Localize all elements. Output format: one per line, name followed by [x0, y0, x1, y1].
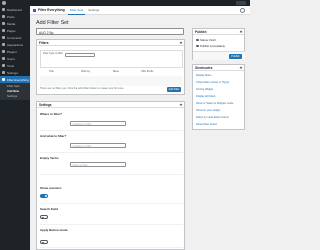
publish-panel-header[interactable]: Publish [193, 29, 244, 35]
setting-apply-button-mode: Apply Button mode [40, 228, 183, 248]
settings-panel: Settings Where to filter? Available on P… [36, 101, 185, 250]
filter-icon [2, 78, 5, 81]
status-icon [196, 38, 199, 42]
dashboard-icon [2, 8, 5, 11]
help-icon[interactable] [240, 8, 245, 13]
admin-sidebar: Dashboard Posts Media Pages Comments App… [0, 6, 30, 250]
setting-search-field: Search Field [40, 207, 183, 225]
sidebar-item-appearance[interactable]: Appearance [0, 41, 30, 48]
plugin-logo-icon [33, 8, 36, 12]
filters-panel: Filters Post Type to filter Title Filter… [36, 39, 185, 95]
chevron-up-icon[interactable] [239, 66, 243, 70]
publish-button[interactable]: Publish [229, 53, 242, 59]
column-filter-by: Filter by [81, 70, 91, 73]
shortcodes-panel-header[interactable]: Shortcodes [193, 65, 244, 71]
setting-where-to-filter: Where to filter? Available on PRO [40, 112, 183, 131]
pages-icon [2, 29, 5, 32]
search-field-toggle[interactable] [40, 215, 48, 220]
apply-button-mode-toggle[interactable] [40, 240, 48, 245]
shortcode-item[interactable]: Show or Select in Widgets mode [196, 102, 233, 105]
publish-panel: Publish Status: Draft Publish immediatel… [192, 28, 245, 60]
what-to-filter-select[interactable]: Available on PRO [70, 143, 126, 148]
setting-label: Show counters [40, 186, 62, 190]
tab-filter-sets[interactable]: Filter Sets [67, 6, 86, 15]
setting-label: And what to filter? [40, 134, 67, 138]
sidebar-item-dashboard[interactable]: Dashboard [0, 6, 30, 13]
shortcodes-heading: Shortcodes [195, 66, 213, 71]
sidebar-item-tools[interactable]: Tools [0, 62, 30, 69]
sidebar-item-users[interactable]: Users [0, 55, 30, 62]
users-icon [2, 57, 5, 60]
where-to-filter-select[interactable]: Available on PRO [70, 121, 126, 126]
chevron-up-icon[interactable] [179, 41, 183, 45]
post-type-label: Post Type to filter [43, 52, 63, 55]
shortcodes-panel: Shortcodes Display filters Chips Filters… [192, 64, 245, 130]
plugins-icon [2, 50, 5, 53]
settings-panel-header[interactable]: Settings [37, 102, 184, 108]
appearance-icon [2, 43, 5, 46]
media-icon [2, 22, 5, 25]
settings-icon [2, 71, 5, 74]
settings-heading: Settings [39, 103, 52, 108]
filter-everything-submenu: Filter Sets Add New Settings [0, 83, 30, 100]
sidebar-item-posts[interactable]: Posts [0, 13, 30, 20]
publish-footer: Publish [193, 51, 245, 60]
column-title: Title [49, 70, 54, 73]
post-type-row: Post Type to filter [40, 50, 183, 68]
shortcode-item[interactable]: Filters by meta fields custom [196, 116, 229, 119]
column-meta: Meta [113, 70, 119, 73]
tools-icon [2, 64, 5, 67]
visibility-line: Publish immediately [196, 44, 225, 48]
sidebar-item-media[interactable]: Media [0, 20, 30, 27]
setting-what-to-filter: And what to filter? Available on PRO [40, 134, 183, 153]
calendar-icon [196, 44, 199, 48]
post-type-select[interactable] [65, 53, 95, 57]
chevron-up-icon[interactable] [179, 103, 183, 107]
filters-empty-area [40, 76, 183, 86]
sidebar-item-settings[interactable]: Settings [0, 69, 30, 76]
filters-panel-header[interactable]: Filters [37, 40, 184, 46]
shortcode-item[interactable]: Display filters [196, 74, 211, 77]
page-title: Add Filter Set [36, 20, 69, 26]
shortcode-item[interactable]: Show for your widget [196, 109, 220, 112]
plugin-name: Filter Everything [38, 8, 65, 12]
sidebar-item-comments[interactable]: Comments [0, 34, 30, 41]
shortcode-item[interactable]: Sorting Widget [196, 88, 213, 91]
empty-terms-select[interactable]: Show no Filter [70, 162, 126, 167]
column-url-prefix: URL Prefix [141, 70, 154, 73]
setting-label: Where to filter? [40, 112, 63, 116]
sidebar-item-pages[interactable]: Pages [0, 27, 30, 34]
status-line: Status: Draft [196, 38, 216, 42]
submenu-settings[interactable]: Settings [0, 94, 30, 99]
sidebar-item-plugins[interactable]: Plugins [0, 48, 30, 55]
shortcode-item[interactable]: Reset Filter button [196, 123, 217, 126]
plugin-header: Filter Everything Filter Sets Settings [30, 6, 250, 15]
account-menu[interactable] [236, 1, 246, 5]
status-text: Status: Draft [200, 38, 216, 42]
posts-icon [2, 15, 5, 18]
setting-empty-terms: Empty Terms Show no Filter [40, 156, 183, 175]
setting-label: Apply Button mode [40, 228, 68, 232]
setting-label: Search Field [40, 207, 58, 211]
filters-heading: Filters [39, 41, 49, 46]
publish-heading: Publish [195, 30, 207, 35]
setting-label: Empty Terms [40, 156, 59, 160]
filter-set-title-input[interactable]: AUG 2 Bp [36, 28, 184, 35]
chevron-up-icon[interactable] [239, 30, 243, 34]
tab-settings[interactable]: Settings [86, 6, 101, 14]
sidebar-item-filter-everything[interactable]: Filter Everything [0, 76, 30, 83]
wordpress-logo-icon[interactable] [2, 1, 6, 5]
setting-show-counters: Show counters [40, 186, 183, 204]
comments-icon [2, 36, 5, 39]
filters-empty-note: There are no filters yet. Click the Add … [40, 87, 125, 90]
show-counters-toggle[interactable] [40, 194, 48, 198]
shortcode-item[interactable]: Chips Filters (show or [Type] [196, 81, 229, 84]
shortcode-item[interactable]: Display all Filters [196, 95, 216, 98]
add-filter-button[interactable]: Add Filter [167, 87, 181, 92]
visibility-text: Publish immediately [200, 44, 225, 48]
